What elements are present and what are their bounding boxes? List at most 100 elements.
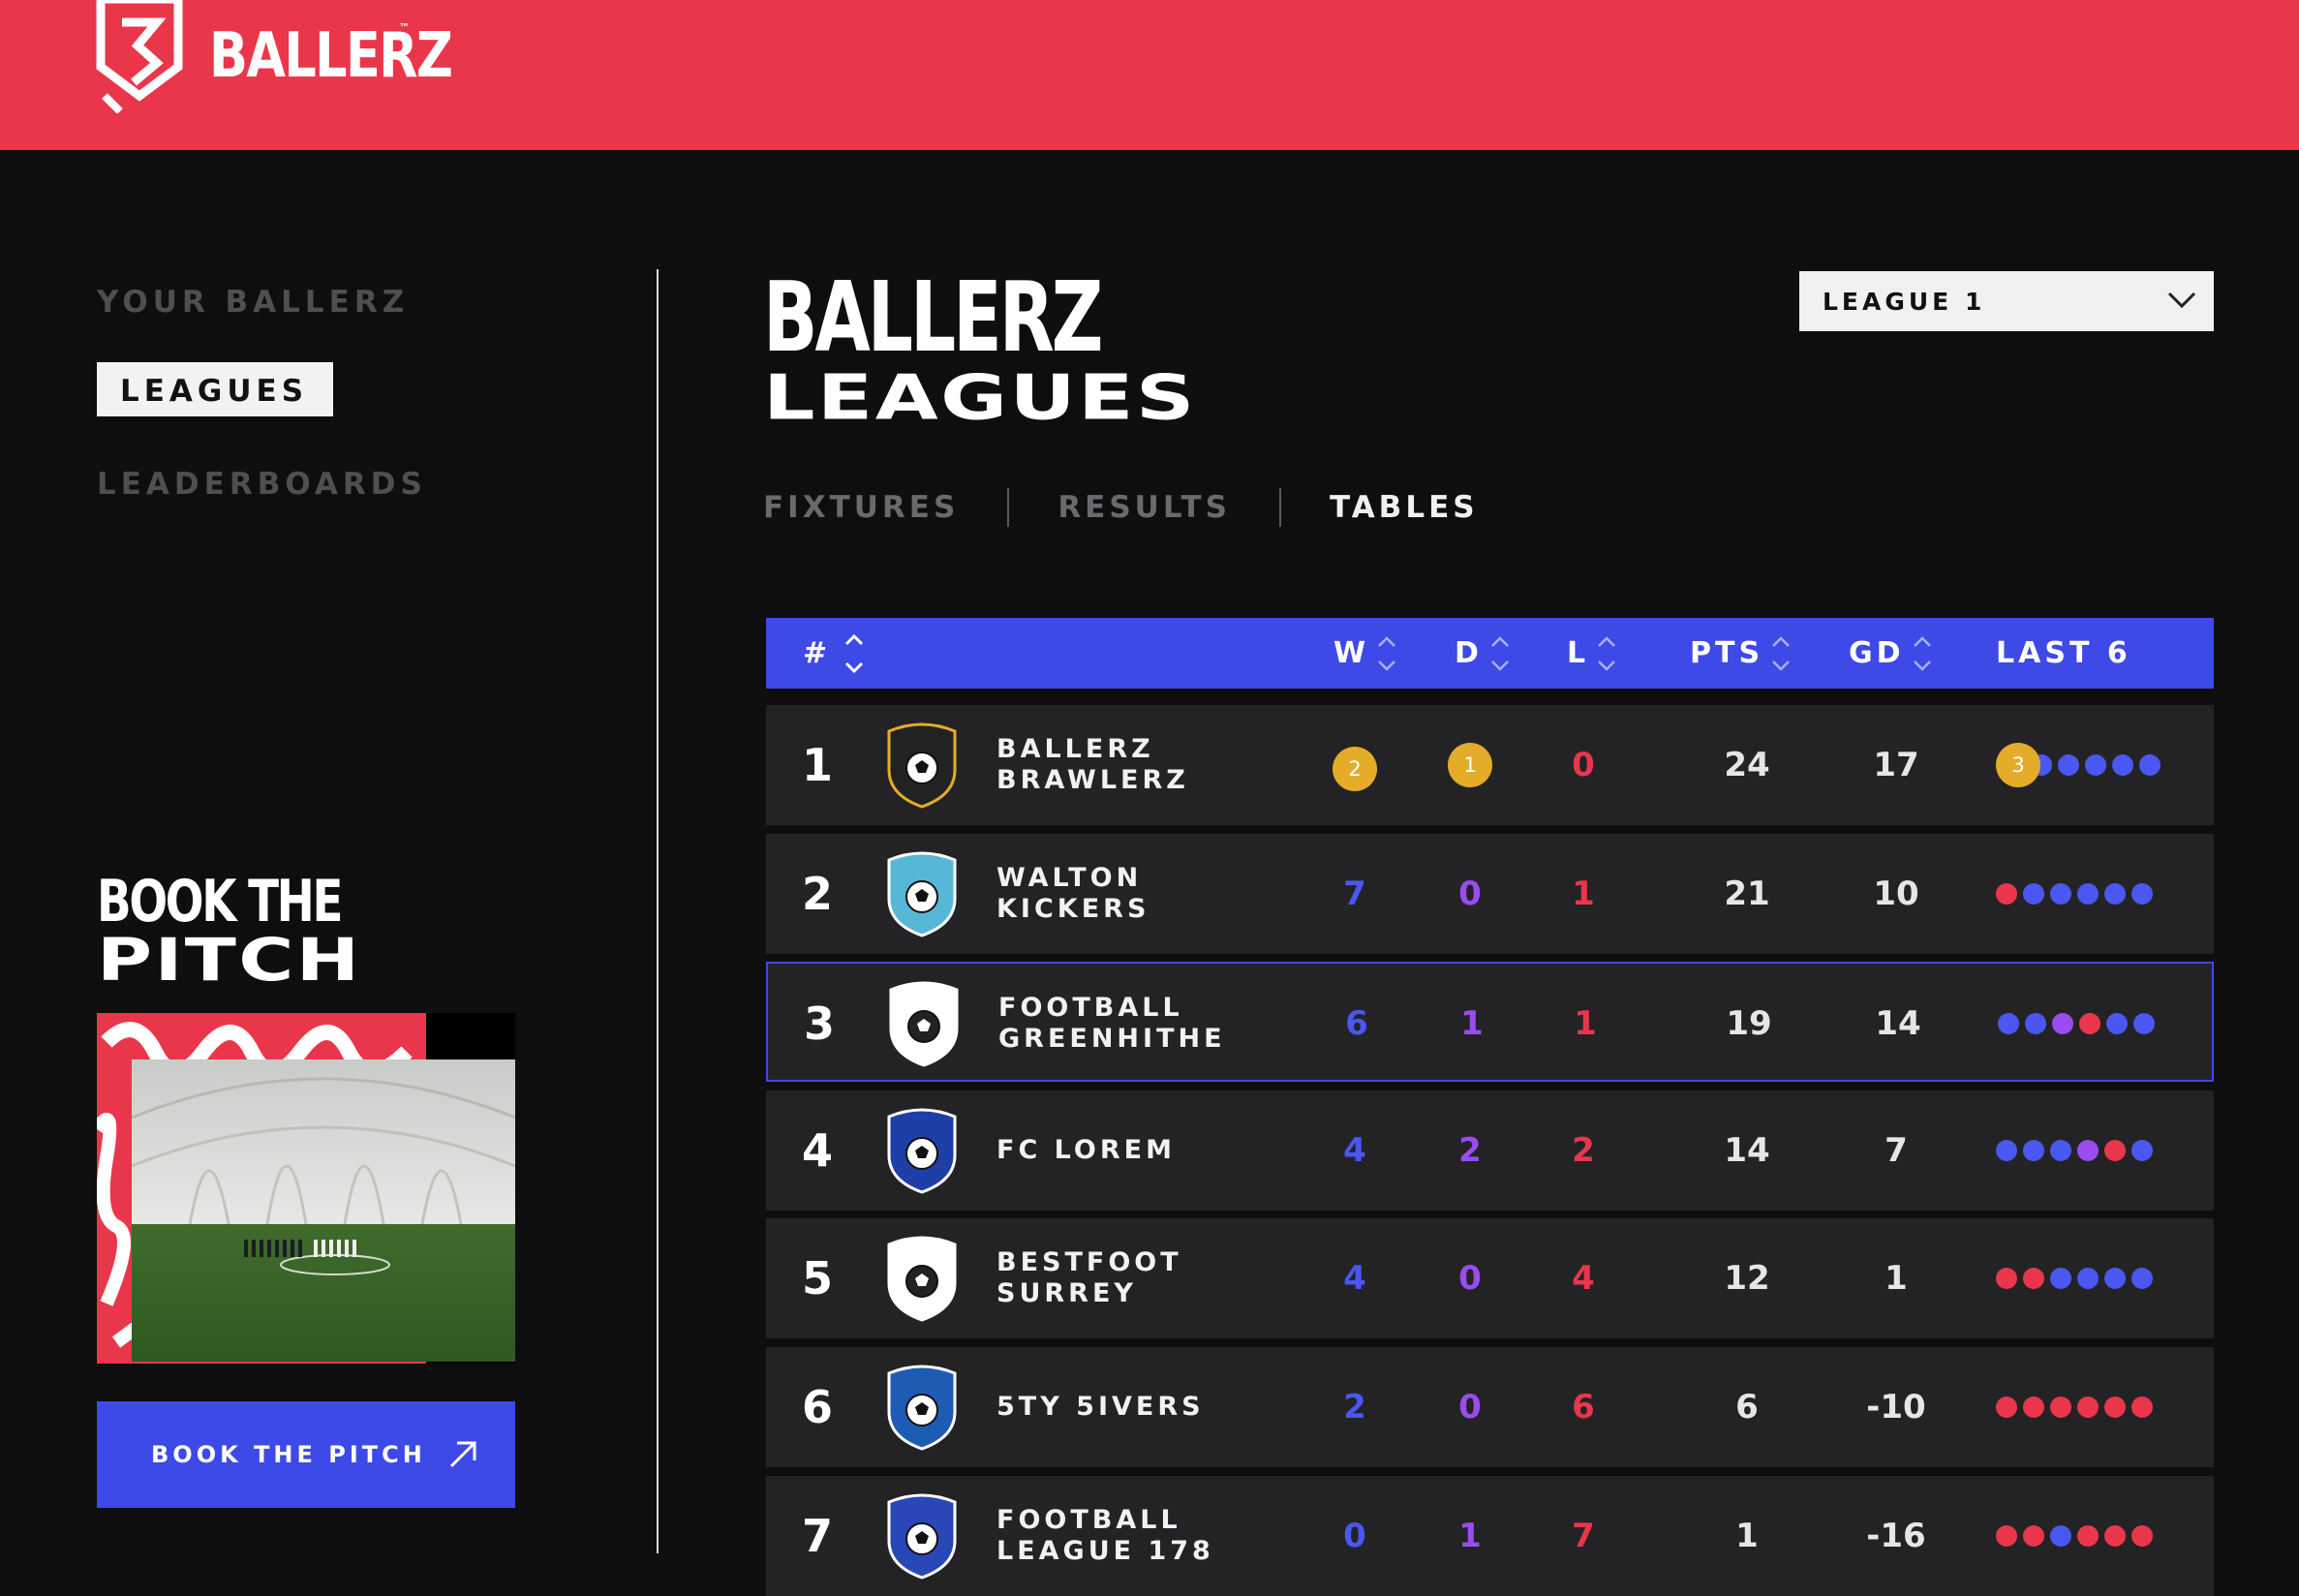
pitch-image (97, 1013, 515, 1364)
tab-separator (1278, 488, 1281, 527)
table-row[interactable]: 1 BALLERZ BRAWLERZ 2 1 0 24 17 3 (766, 705, 2214, 825)
sidebar-item-leagues[interactable]: LEAGUES (97, 362, 334, 416)
row-goal-difference: -16 (1866, 1517, 1926, 1555)
header-points[interactable]: PTS (1690, 618, 1793, 689)
arrow-up-right-icon (449, 1441, 476, 1468)
row-wins: 2 (1316, 705, 1394, 825)
team-name[interactable]: FOOTBALL LEAGUE 178 (996, 1476, 1214, 1596)
last-6-form (1996, 834, 2153, 954)
football-league-crest-icon (887, 1493, 957, 1580)
team-name[interactable]: FC LOREM (996, 1090, 1176, 1211)
sidebar-item-your-ballerz[interactable]: YOUR BALLERZ (97, 285, 409, 320)
header-rank[interactable]: # (803, 618, 866, 689)
sidebar-item-leaderboards[interactable]: LEADERBOARDS (97, 467, 427, 502)
header-losses[interactable]: L (1567, 618, 1618, 689)
form-dot-blue (2131, 1268, 2153, 1289)
row-draws: 0 (1458, 875, 1482, 913)
table-row[interactable]: 4 FC LOREM 4 2 2 14 7 (766, 1090, 2214, 1211)
table-row[interactable]: 7 FOOTBALL LEAGUE 178 0 1 7 1 -16 (766, 1476, 2214, 1596)
page-title-line1: BALLERZ (763, 261, 1103, 374)
form-dot-blue (2104, 1268, 2126, 1289)
sort-icon (1911, 632, 1934, 675)
last-6-form (1996, 1090, 2153, 1211)
row-points: 12 (1724, 1259, 1770, 1298)
row-rank: 6 (801, 1381, 833, 1433)
book-pitch-button[interactable]: BOOK THE PITCH (97, 1401, 515, 1508)
row-draws: 0 (1458, 1259, 1482, 1298)
row-goal-difference: 14 (1875, 1004, 1921, 1043)
form-dot-blue (1996, 1140, 2017, 1161)
team-name-line2: SURREY (996, 1278, 1137, 1308)
form-dot-red (2104, 1525, 2126, 1547)
team-name-line1: BESTFOOT (996, 1247, 1182, 1277)
sort-icon (1375, 632, 1398, 675)
sort-icon (1769, 632, 1793, 675)
book-pitch-button-label: BOOK THE PITCH (151, 1441, 426, 1468)
team-name[interactable]: BALLERZ BRAWLERZ (996, 705, 1189, 825)
tab-fixtures[interactable]: FIXTURES (763, 490, 959, 525)
team-name[interactable]: FOOTBALL GREENHITHE (998, 964, 1226, 1084)
row-points: 6 (1735, 1388, 1759, 1427)
form-dot-blue (2139, 754, 2161, 776)
team-name-line1: BALLERZ (996, 734, 1154, 764)
last-6-form (1996, 1218, 2153, 1338)
fc-lorem-crest-icon (887, 1108, 957, 1194)
row-goal-difference: 1 (1885, 1259, 1908, 1298)
row-points: 19 (1726, 1004, 1772, 1043)
team-crest (878, 1090, 966, 1211)
table-row[interactable]: 2 WALTON KICKERS 7 0 1 21 10 (766, 834, 2214, 954)
table-row[interactable]: 6 5TY 5IVERS 2 0 6 6 -10 (766, 1347, 2214, 1467)
row-points: 24 (1724, 746, 1770, 784)
last-6-form (1996, 1476, 2153, 1596)
chevron-down-icon (2167, 292, 2196, 309)
brand-logo[interactable]: BALLERZ (95, 0, 505, 113)
table-row[interactable]: 3 FOOTBALL GREENHITHE 6 1 1 19 14 (766, 962, 2214, 1082)
trademark: ™ (399, 21, 410, 34)
form-dot-blue (2104, 883, 2126, 905)
row-draws: 0 (1458, 1388, 1482, 1427)
form-dot-red (2023, 1268, 2044, 1289)
header-wins[interactable]: W (1333, 618, 1398, 689)
row-wins: 4 (1343, 1259, 1366, 1298)
sort-icon (1488, 632, 1512, 675)
row-draws: 1 (1431, 705, 1509, 825)
team-crest (878, 1347, 966, 1467)
wins-badge: 2 (1333, 747, 1377, 791)
league-select[interactable]: LEAGUE 1 (1799, 271, 2214, 331)
header-draws[interactable]: D (1455, 618, 1512, 689)
team-name-line1: WALTON (996, 863, 1143, 893)
form-dot-blue (2131, 1140, 2153, 1161)
row-wins: 6 (1345, 1004, 1368, 1043)
header-goal-difference[interactable]: GD (1849, 618, 1934, 689)
form-dot-blue (2106, 1013, 2128, 1034)
form-dot-blue (1998, 1013, 2019, 1034)
last-6-form (1998, 964, 2155, 1084)
row-losses: 0 (1572, 746, 1595, 784)
team-crest (880, 964, 967, 1084)
last-6-form: 3 (1996, 705, 2161, 825)
team-crest (878, 1476, 966, 1596)
team-name[interactable]: BESTFOOT SURREY (996, 1218, 1182, 1338)
football-crest-icon (889, 981, 959, 1067)
form-dot-blue (2133, 1013, 2155, 1034)
table-header: # W D L PTS GD LAST 6 (766, 618, 2214, 689)
form-badge: 3 (1996, 743, 2040, 787)
form-dot-red (2079, 1013, 2100, 1034)
table-row[interactable]: 5 BESTFOOT SURREY 4 0 4 12 1 (766, 1218, 2214, 1338)
row-rank: 7 (801, 1510, 833, 1562)
form-dot-blue (2085, 754, 2106, 776)
tab-separator (1007, 488, 1010, 527)
tab-results[interactable]: RESULTS (1058, 490, 1231, 525)
row-draws: 1 (1460, 1004, 1484, 1043)
row-losses: 1 (1572, 875, 1595, 913)
team-name[interactable]: 5TY 5IVERS (996, 1347, 1205, 1467)
last-6-form (1996, 1347, 2153, 1467)
league-tabs: FIXTURES RESULTS TABLES (763, 488, 1479, 527)
team-name[interactable]: WALTON KICKERS (996, 834, 1150, 954)
row-rank: 4 (801, 1124, 833, 1177)
dome-photo (132, 1059, 515, 1362)
form-dot-red (1996, 1268, 2017, 1289)
tab-tables[interactable]: TABLES (1330, 490, 1479, 525)
draws-badge: 1 (1448, 743, 1492, 787)
brand-name: BALLERZ (209, 20, 453, 92)
